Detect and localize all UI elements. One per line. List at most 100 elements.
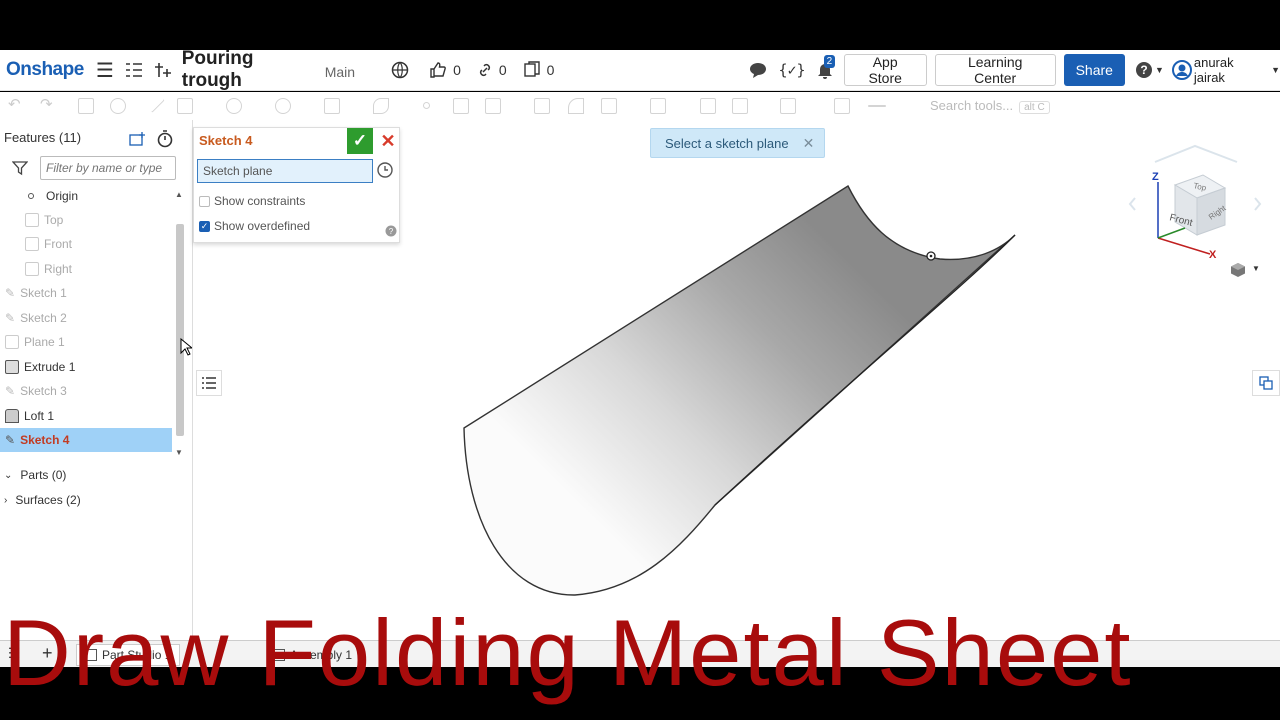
sketch-plane-selection-field[interactable]: Sketch plane bbox=[197, 159, 373, 183]
plane-icon bbox=[25, 237, 39, 251]
onshape-logo[interactable]: Onshape bbox=[6, 59, 84, 81]
user-avatar-icon[interactable] bbox=[1171, 60, 1192, 80]
tool-text-icon[interactable] bbox=[453, 98, 469, 114]
sketch-dialog-title: Sketch 4 bbox=[199, 133, 253, 148]
tool-extrude-icon[interactable] bbox=[110, 98, 126, 114]
tree-item-loft-1[interactable]: Loft 1 bbox=[0, 404, 172, 428]
dialog-help-icon[interactable]: ? bbox=[385, 225, 397, 237]
search-tools-field[interactable]: Search tools... alt C bbox=[930, 98, 1050, 114]
scroll-up-arrow-icon[interactable]: ▲ bbox=[175, 190, 183, 199]
copies-count: 0 bbox=[546, 62, 555, 78]
rollback-timer-icon[interactable] bbox=[156, 130, 174, 148]
add-feature-folder-icon[interactable] bbox=[128, 131, 146, 147]
show-constraints-checkbox[interactable] bbox=[199, 195, 210, 207]
branch-label[interactable]: Main bbox=[325, 64, 355, 80]
tree-item-front-plane[interactable]: Front bbox=[0, 232, 172, 256]
surfaces-label: Surfaces (2) bbox=[15, 493, 81, 507]
tool-offset-icon[interactable] bbox=[485, 98, 501, 114]
view-options-chevron-icon[interactable]: ▼ bbox=[1252, 264, 1260, 273]
tree-item-sketch-3[interactable]: ✎ Sketch 3 bbox=[0, 379, 172, 403]
tool-rectangle-icon[interactable] bbox=[177, 98, 193, 114]
links-counter[interactable]: 0 bbox=[477, 62, 507, 78]
history-clock-icon[interactable] bbox=[376, 161, 394, 179]
tree-item-origin[interactable]: Origin bbox=[0, 184, 172, 208]
document-title[interactable]: Pouring trough bbox=[182, 48, 317, 92]
tree-item-extrude-1[interactable]: Extrude 1 bbox=[0, 355, 172, 379]
show-overdefined-row[interactable]: ✓ Show overdefined bbox=[199, 219, 310, 233]
link-icon bbox=[479, 63, 490, 77]
tree-item-label: Sketch 4 bbox=[20, 433, 70, 447]
tree-item-plane-1[interactable]: Plane 1 bbox=[0, 330, 172, 354]
show-constraints-row[interactable]: Show constraints bbox=[199, 194, 305, 208]
tool-horizontal-icon[interactable] bbox=[868, 105, 886, 107]
tool-construction-icon[interactable] bbox=[650, 98, 666, 114]
tree-item-label: Sketch 2 bbox=[20, 311, 67, 325]
view-options-cube-icon[interactable] bbox=[1230, 262, 1246, 278]
tree-item-sketch-1[interactable]: ✎ Sketch 1 bbox=[0, 281, 172, 305]
comments-icon[interactable] bbox=[748, 61, 768, 79]
tool-point-icon[interactable] bbox=[423, 102, 430, 109]
tool-line-icon[interactable] bbox=[145, 93, 165, 113]
feature-dialog-list-icon[interactable] bbox=[196, 370, 222, 396]
show-overdefined-checkbox[interactable]: ✓ bbox=[199, 220, 210, 232]
tool-trim-icon[interactable] bbox=[601, 98, 617, 114]
show-overdefined-label: Show overdefined bbox=[214, 219, 311, 233]
help-icon[interactable]: ? bbox=[1135, 61, 1153, 79]
configurations-panel-icon[interactable] bbox=[1252, 370, 1280, 396]
select-sketch-plane-toast: Select a sketch plane ✕ bbox=[650, 128, 825, 158]
hamburger-menu-icon[interactable]: ☰ bbox=[96, 58, 114, 83]
tree-item-top-plane[interactable]: Top bbox=[0, 208, 172, 232]
insert-icon[interactable] bbox=[154, 61, 172, 79]
copies-counter[interactable]: 0 bbox=[523, 61, 555, 79]
pencil-icon: ✎ bbox=[5, 311, 16, 325]
thumbs-up-icon bbox=[430, 62, 446, 78]
user-name[interactable]: anurak jairak bbox=[1194, 55, 1267, 85]
undo-icon[interactable]: ↶ bbox=[8, 95, 21, 113]
app-store-button[interactable]: App Store bbox=[843, 54, 927, 86]
tool-circle-icon[interactable] bbox=[226, 98, 242, 114]
cancel-close-button[interactable]: ✕ bbox=[377, 128, 399, 154]
accept-checkmark-button[interactable]: ✓ bbox=[347, 128, 373, 154]
search-tools-placeholder: Search tools... bbox=[930, 98, 1014, 113]
tool-dimension-icon[interactable] bbox=[780, 98, 796, 114]
filter-funnel-icon[interactable] bbox=[12, 160, 28, 176]
video-caption-overlay: Draw Folding Metal Sheet bbox=[3, 600, 1133, 705]
tool-spline-icon[interactable] bbox=[373, 98, 389, 114]
tree-item-label: Top bbox=[44, 213, 64, 227]
parts-section[interactable]: ⌄ Parts (0) bbox=[4, 468, 66, 482]
tree-item-label: Plane 1 bbox=[24, 335, 65, 349]
share-button[interactable]: Share bbox=[1063, 54, 1125, 86]
user-chevron-down-icon[interactable]: ▼ bbox=[1271, 65, 1280, 75]
tool-arc-icon[interactable] bbox=[275, 98, 291, 114]
tool-mirror-icon[interactable] bbox=[534, 98, 550, 114]
scroll-thumb[interactable] bbox=[176, 224, 184, 436]
tool-pattern-icon[interactable] bbox=[700, 98, 716, 114]
globe-icon[interactable] bbox=[391, 61, 409, 79]
origin-point-icon bbox=[28, 193, 34, 199]
view-cube[interactable]: Top Front Right Z X bbox=[1125, 140, 1265, 280]
surfaces-section[interactable]: › Surfaces (2) bbox=[4, 493, 81, 507]
tree-item-right-plane[interactable]: Right bbox=[0, 257, 172, 281]
learning-center-button[interactable]: Learning Center bbox=[934, 54, 1056, 86]
likes-counter[interactable]: 0 bbox=[429, 61, 461, 79]
notifications-bell-icon[interactable]: 2 bbox=[816, 55, 836, 79]
scroll-down-arrow-icon[interactable]: ▼ bbox=[175, 448, 183, 457]
redo-icon[interactable]: ↷ bbox=[40, 95, 53, 113]
toast-close-icon[interactable]: ✕ bbox=[803, 135, 815, 152]
tool-constraint-icon[interactable] bbox=[834, 98, 850, 114]
tool-sketch-icon[interactable] bbox=[78, 98, 94, 114]
help-chevron-down-icon[interactable]: ▼ bbox=[1155, 65, 1164, 75]
tree-item-label: Right bbox=[44, 262, 73, 276]
tree-item-sketch-2[interactable]: ✎ Sketch 2 bbox=[0, 306, 172, 330]
tool-fillet-icon[interactable] bbox=[568, 98, 584, 114]
tool-grid-icon[interactable] bbox=[732, 98, 748, 114]
variables-icon[interactable]: {✓} bbox=[778, 61, 805, 79]
likes-count: 0 bbox=[453, 62, 461, 78]
tool-polygon-icon[interactable] bbox=[324, 98, 340, 114]
show-constraints-label: Show constraints bbox=[214, 194, 306, 208]
feature-list-icon[interactable] bbox=[124, 61, 144, 79]
tree-item-sketch-4[interactable]: ✎ Sketch 4 bbox=[0, 428, 172, 452]
feature-filter-input[interactable] bbox=[40, 156, 176, 180]
feature-tree-scrollbar[interactable]: ▲ ▼ bbox=[174, 190, 186, 460]
axis-z-label: Z bbox=[1152, 171, 1159, 183]
